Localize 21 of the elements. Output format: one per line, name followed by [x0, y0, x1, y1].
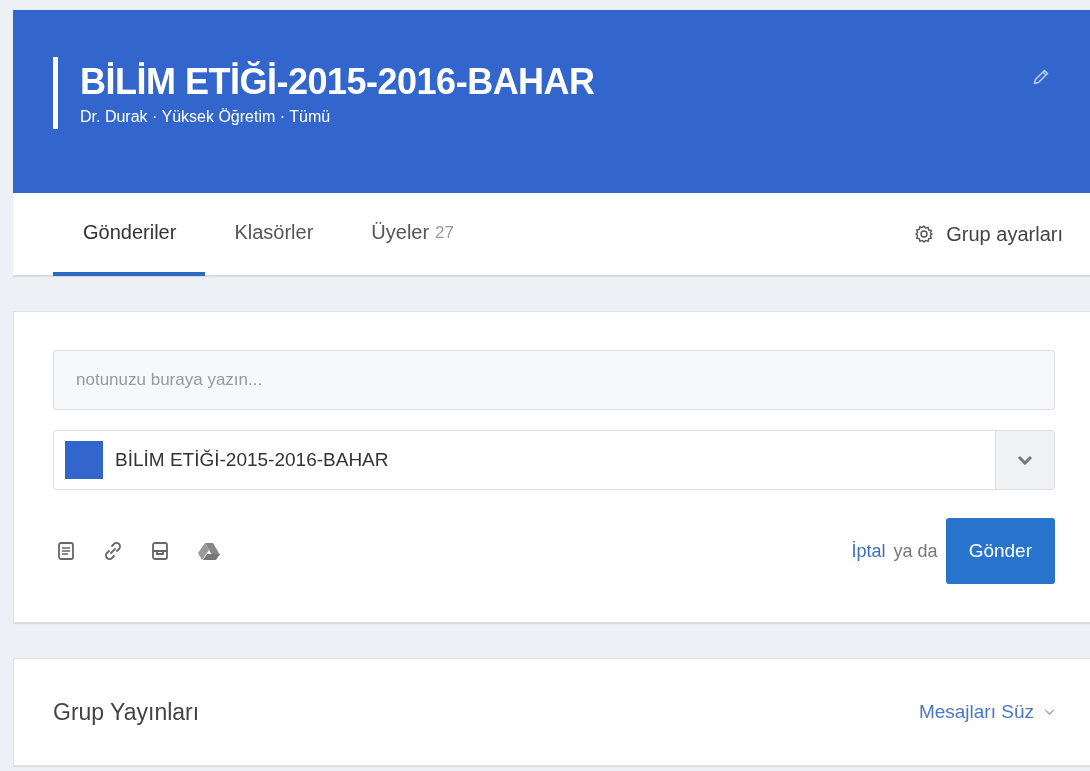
group-meta: Dr. Durak · Yüksek Öğretim · Tümü	[80, 108, 332, 126]
filter-messages-link[interactable]: Mesajları Süz	[918, 701, 1055, 723]
send-button[interactable]: Gönder	[945, 518, 1055, 584]
chevron-down-icon	[1044, 708, 1055, 716]
note-input-field[interactable]: notunuzu buraya yazın...	[53, 350, 1055, 410]
tab[interactable]: Üyeler 27	[342, 193, 484, 276]
link-icon[interactable]	[103, 541, 123, 561]
group-title: BİLİM ETİĞİ-2015-2016-BAHAR	[80, 62, 595, 102]
note-icon[interactable]	[57, 541, 75, 561]
pencil-icon[interactable]	[1032, 68, 1050, 86]
feed-title: Grup Yayınları	[53, 698, 200, 726]
or-text: ya da	[893, 540, 938, 562]
chevron-down-icon	[1017, 455, 1033, 465]
group-settings-link[interactable]: Grup ayarları	[914, 193, 1063, 275]
tab[interactable]: Klasörler	[205, 193, 343, 276]
tab[interactable]: Gönderiler	[53, 193, 206, 276]
file-icon[interactable]	[151, 541, 169, 561]
drive-icon[interactable]	[197, 541, 221, 561]
cancel-link[interactable]: İptal	[851, 540, 886, 562]
recipient-select[interactable]: BİLİM ETİĞİ-2015-2016-BAHAR	[53, 430, 1055, 490]
settings-icon	[914, 224, 935, 244]
